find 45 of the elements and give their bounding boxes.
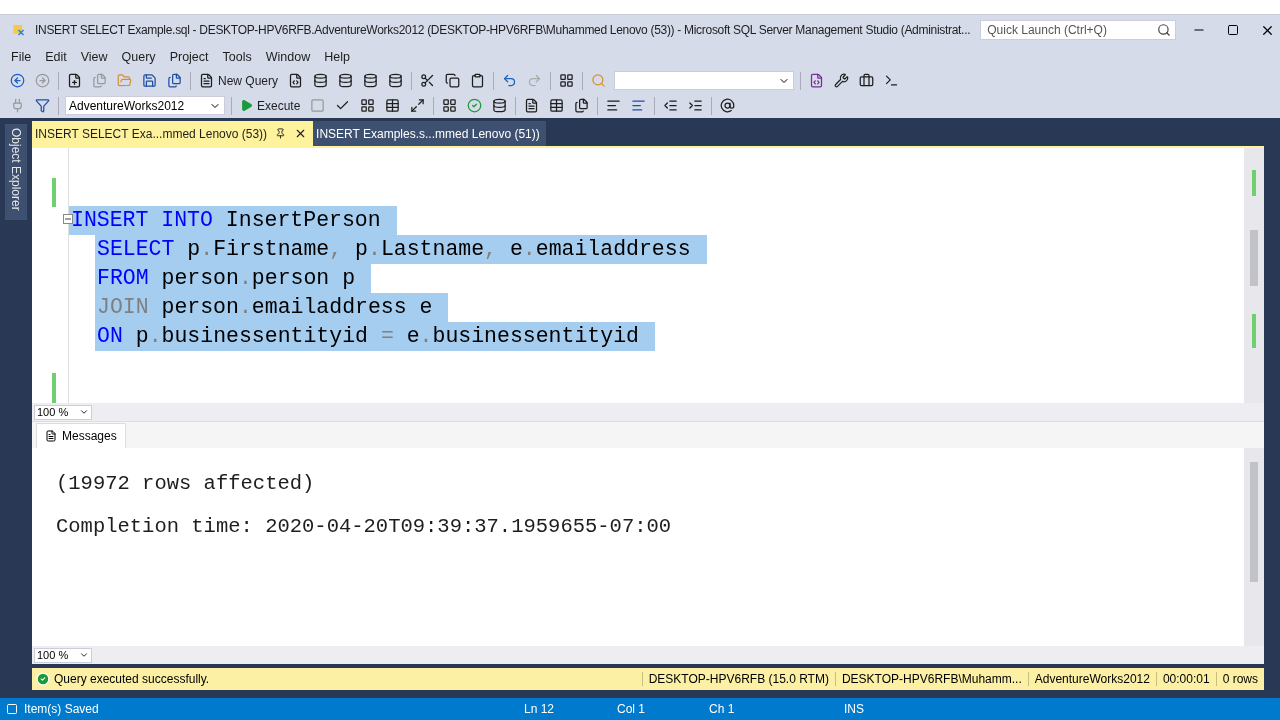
database-select[interactable]: AdventureWorks2012: [65, 96, 225, 115]
menu-item[interactable]: Query: [114, 49, 163, 64]
document-tab[interactable]: INSERT SELECT Exa...mmed Lenovo (53)): [32, 121, 314, 146]
zoom-select[interactable]: 100 %: [34, 404, 92, 420]
status-message: Item(s) Saved: [23, 702, 100, 716]
document-tab[interactable]: INSERT Examples.s...mmed Lenovo (51)): [313, 121, 546, 146]
document-icon: [199, 73, 214, 88]
status-cell: AdventureWorks2012: [1027, 672, 1156, 686]
caret-icon: [79, 407, 89, 417]
query-status-message: Query executed successfully.: [53, 672, 211, 686]
status-cell: DESKTOP-HPV6RFB (15.0 RTM): [641, 672, 835, 686]
status-cell-text: Ch 1: [709, 702, 736, 716]
execute-button[interactable]: Execute: [238, 94, 303, 117]
success-icon: [36, 672, 50, 686]
message-text: (19972 rows affected): [56, 472, 316, 495]
menu-item[interactable]: Project: [162, 49, 216, 64]
caret-icon: [79, 650, 89, 660]
quick-launch-field[interactable]: Quick Launch (Ctrl+Q): [980, 20, 1177, 40]
messages-tab[interactable]: Messages: [36, 422, 126, 448]
status-cell-text: Col 1: [617, 702, 646, 716]
status-cell: 0 rows: [1215, 672, 1264, 686]
menu-item[interactable]: File: [4, 49, 39, 64]
zoom-select[interactable]: 100 %: [34, 647, 92, 663]
status-cell: 00:00:01: [1155, 672, 1216, 686]
menu-item[interactable]: Edit: [38, 49, 74, 64]
menu-item[interactable]: Window: [258, 49, 318, 64]
maximize-icon: [1227, 24, 1240, 36]
menu-item[interactable]: View: [73, 49, 115, 64]
status-cell: DESKTOP-HPV6RFB\Muhamm...: [834, 672, 1028, 686]
vertical-scrollbar[interactable]: [1244, 148, 1264, 403]
side-panel-tab[interactable]: Object Explorer: [5, 124, 27, 220]
window-title: INSERT SELECT Example.sql - DESKTOP-HPV6RFB.AdventureWorks2012 (DESKTOP-HPV6RFB\Muhammed Lenovo (53)) - Microsoft SQL Server Management Studio (Administrat...: [35, 23, 971, 37]
message-text: Completion time: 2020-04-20T09:39:37.1959655-07:00: [56, 515, 673, 538]
menu-item[interactable]: Tools: [215, 49, 259, 64]
document-icon: [45, 429, 57, 442]
pin-icon[interactable]: [275, 128, 287, 139]
square-icon: [6, 703, 18, 715]
play-icon: [240, 99, 253, 112]
status-cell-text: INS: [844, 702, 865, 716]
vertical-scrollbar[interactable]: [1244, 448, 1264, 646]
new-query-button[interactable]: New Query: [197, 69, 281, 92]
collapse-icon[interactable]: [63, 214, 73, 224]
search-icon: [1157, 23, 1172, 37]
menu-item[interactable]: Help: [317, 49, 357, 64]
status-cell-text: Ln 12: [524, 702, 556, 716]
